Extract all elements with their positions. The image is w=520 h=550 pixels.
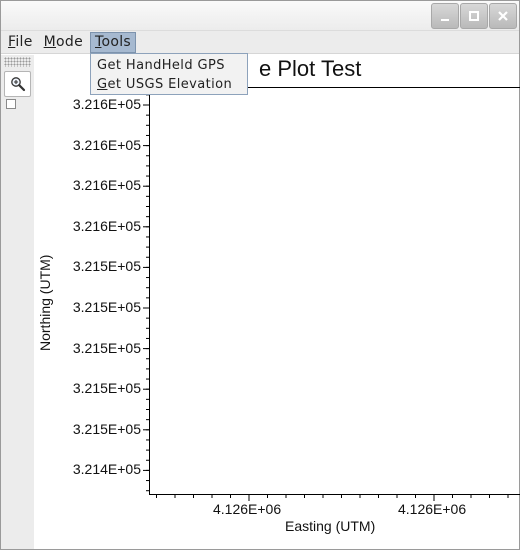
y-tick-label: 3.216E+05 xyxy=(72,177,141,194)
menu-item-label: et USGS Elevation xyxy=(107,77,233,92)
y-tick-label: 3.216E+05 xyxy=(72,96,141,112)
menu-item-get-handheld-gps[interactable]: Get HandHeld GPS xyxy=(91,56,247,75)
x-axis-label: Easting (UTM) xyxy=(285,518,376,534)
y-axis-label: Northing (UTM) xyxy=(37,254,53,351)
y-tick-label: 3.215E+05 xyxy=(72,339,141,356)
y-tick-label: 3.215E+05 xyxy=(72,380,141,397)
y-tick-label: 3.215E+05 xyxy=(72,258,141,275)
y-tick-label: 3.216E+05 xyxy=(72,136,141,153)
application-window: File Mode Tools Get HandHeld GPS Get USG… xyxy=(0,0,520,550)
x-tick-label: 4.126E+06 xyxy=(398,501,467,517)
menu-item-label: Get HandHeld GPS xyxy=(97,58,225,73)
x-tick-label: 4.126E+06 xyxy=(213,501,282,517)
y-tick-label: 3.215E+05 xyxy=(72,420,141,437)
menu-item-get-usgs-elevation[interactable]: Get USGS Elevation xyxy=(91,75,247,94)
menu-item-mnemonic: G xyxy=(97,77,108,92)
tools-dropdown-menu: Get HandHeld GPS Get USGS Elevation xyxy=(90,53,248,95)
y-tick-label: 3.214E+05 xyxy=(72,461,141,478)
y-tick-label: 3.216E+05 xyxy=(72,217,141,234)
y-tick-label: 3.215E+05 xyxy=(72,299,141,315)
